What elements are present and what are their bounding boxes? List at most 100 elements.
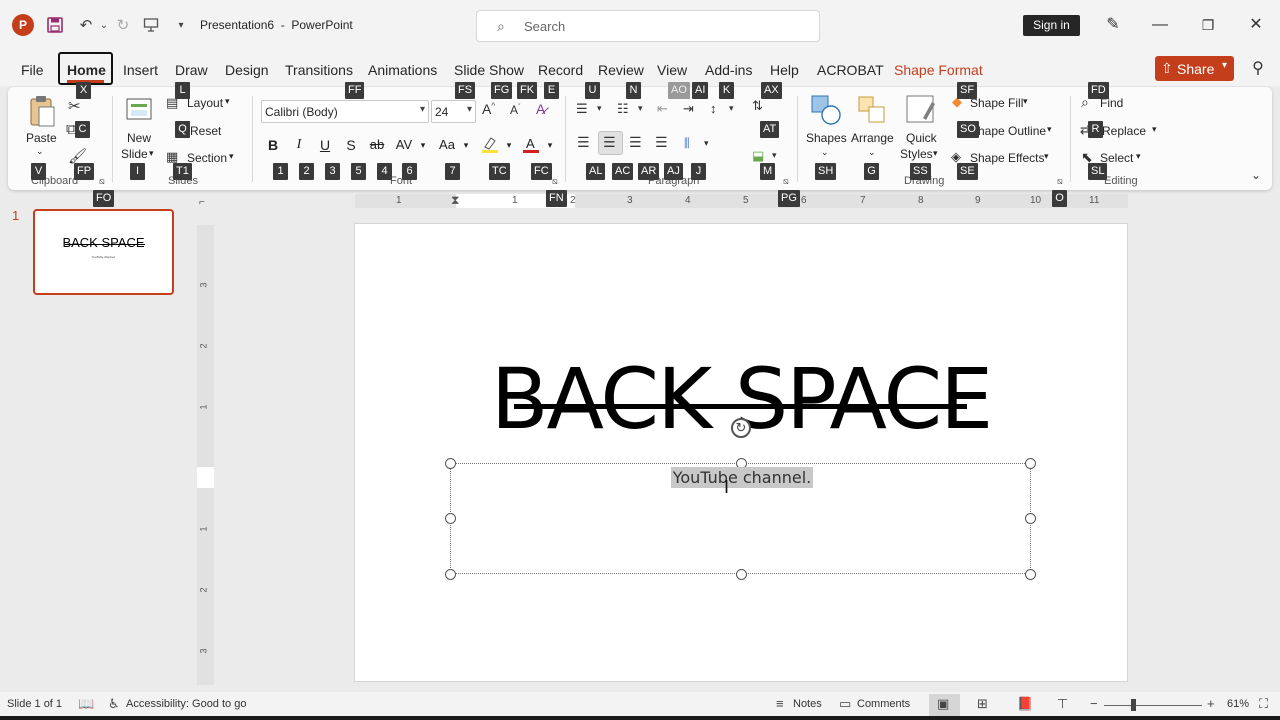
- tab-transitions[interactable]: Transitions: [285, 62, 353, 78]
- chevron-down-icon[interactable]: ▾: [772, 150, 777, 161]
- fit-to-window-icon[interactable]: ⛶: [1259, 696, 1268, 712]
- section-dropdown-icon[interactable]: ▾: [229, 151, 234, 162]
- paste-dropdown-icon[interactable]: ⌄: [36, 146, 44, 157]
- underline-button[interactable]: U: [315, 135, 335, 155]
- tab-draw[interactable]: Draw: [175, 62, 208, 78]
- tab-insert[interactable]: Insert: [123, 62, 158, 78]
- slide-thumbnail[interactable]: BACK SPACE YouTube channel.: [33, 209, 174, 295]
- new-slide-label-2[interactable]: Slide: [121, 147, 148, 161]
- chevron-down-icon[interactable]: ▾: [1152, 124, 1157, 135]
- tab-add-ins[interactable]: Add-ins: [705, 62, 752, 78]
- reset-button[interactable]: Reset: [190, 124, 221, 138]
- chevron-down-icon[interactable]: ▾: [704, 138, 709, 149]
- resize-handle[interactable]: [736, 569, 747, 580]
- layout-dropdown-icon[interactable]: ▾: [225, 96, 230, 107]
- align-center-icon[interactable]: ☰: [603, 134, 616, 151]
- font-name-dropdown[interactable]: Calibri (Body) ▾: [261, 100, 429, 123]
- zoom-in-icon[interactable]: +: [1207, 696, 1215, 711]
- shapes-icon[interactable]: [810, 94, 842, 128]
- chevron-down-icon[interactable]: ▾: [933, 148, 938, 159]
- vertical-ruler[interactable]: [197, 225, 214, 685]
- chevron-down-icon[interactable]: ⌄: [821, 147, 829, 158]
- shrink-font-icon[interactable]: Aˇ: [510, 103, 520, 117]
- arrange-icon[interactable]: [856, 94, 888, 128]
- zoom-level[interactable]: 61%: [1227, 698, 1249, 710]
- slide-show-view-icon[interactable]: ⊤: [1057, 696, 1068, 712]
- resize-handle[interactable]: [1025, 513, 1036, 524]
- tab-home[interactable]: Home: [67, 62, 106, 78]
- tab-slide-show[interactable]: Slide Show: [454, 62, 524, 78]
- increase-indent-icon[interactable]: ⇥: [683, 101, 694, 117]
- indent-marker-icon[interactable]: ⧗: [451, 193, 459, 208]
- notes-button[interactable]: Notes: [793, 698, 822, 710]
- tab-help[interactable]: Help: [770, 62, 799, 78]
- strikethrough-button[interactable]: ab: [367, 135, 387, 155]
- chevron-down-icon[interactable]: ▾: [1047, 124, 1052, 135]
- paste-icon[interactable]: [28, 94, 56, 130]
- accessibility-status[interactable]: Accessibility: Good to go: [126, 698, 246, 710]
- tab-animations[interactable]: Animations: [368, 62, 437, 78]
- character-spacing-button[interactable]: AV: [394, 135, 414, 155]
- chevron-down-icon[interactable]: ▾: [1023, 96, 1028, 107]
- customize-toolbar-icon[interactable]: ▾: [170, 14, 192, 36]
- layout-button[interactable]: Layout: [187, 96, 223, 110]
- present-icon[interactable]: [140, 14, 162, 36]
- chevron-down-icon[interactable]: ▾: [729, 103, 734, 114]
- zoom-out-icon[interactable]: −: [1090, 696, 1098, 711]
- redo-icon[interactable]: ↻: [112, 14, 134, 36]
- reading-view-icon[interactable]: 📕: [1017, 696, 1033, 712]
- slide-sorter-icon[interactable]: ⊞: [977, 696, 988, 712]
- change-case-button[interactable]: Aa: [437, 135, 457, 155]
- tab-design[interactable]: Design: [225, 62, 269, 78]
- sign-in-button[interactable]: Sign in: [1023, 15, 1080, 36]
- shape-fill-button[interactable]: Shape Fill: [970, 96, 1023, 110]
- shapes-button[interactable]: Shapes: [806, 131, 847, 145]
- numbering-icon[interactable]: ☷: [617, 101, 629, 117]
- share-button[interactable]: ⇧ Share ▾: [1155, 56, 1234, 81]
- comments-button[interactable]: Comments: [857, 698, 910, 710]
- italic-button[interactable]: I: [289, 135, 309, 155]
- chevron-down-icon[interactable]: ▾: [420, 104, 425, 115]
- quick-styles-label-2[interactable]: Styles: [900, 147, 933, 161]
- smartart-icon[interactable]: ⬓: [752, 148, 764, 164]
- clipboard-launcher-icon[interactable]: ⧅: [99, 176, 105, 187]
- section-button[interactable]: Section: [187, 151, 227, 165]
- notes-icon[interactable]: ≡: [776, 696, 784, 711]
- resize-handle[interactable]: [445, 458, 456, 469]
- save-icon[interactable]: [44, 14, 66, 36]
- columns-icon[interactable]: ⫼: [684, 136, 690, 151]
- resize-handle[interactable]: [1025, 569, 1036, 580]
- chevron-down-icon[interactable]: ▾: [413, 135, 433, 155]
- font-color-icon[interactable]: A: [521, 135, 541, 155]
- cut-icon[interactable]: ✂: [68, 97, 81, 115]
- close-icon[interactable]: ✕: [1241, 12, 1271, 38]
- normal-view-icon[interactable]: ▣: [937, 696, 949, 712]
- resize-handle[interactable]: [445, 569, 456, 580]
- comments-icon[interactable]: ▭: [839, 696, 851, 712]
- quick-styles-label-1[interactable]: Quick: [906, 131, 937, 145]
- rotate-handle-icon[interactable]: ↻: [731, 418, 751, 438]
- clear-formatting-icon[interactable]: A̷: [536, 101, 545, 117]
- chevron-down-icon[interactable]: ▾: [1136, 151, 1141, 162]
- highlight-icon[interactable]: [480, 135, 500, 155]
- arrange-button[interactable]: Arrange: [851, 131, 894, 145]
- tab-shape-format[interactable]: Shape Format: [894, 62, 983, 78]
- search-input[interactable]: ⌕ Search: [476, 10, 820, 42]
- ruler-tab-selector-icon[interactable]: ⌐: [199, 197, 211, 209]
- chevron-down-icon[interactable]: ▾: [597, 103, 602, 114]
- shape-outline-button[interactable]: Shape Outline: [970, 124, 1046, 138]
- slide-canvas[interactable]: [354, 223, 1128, 682]
- collapse-ribbon-icon[interactable]: ⌄: [1251, 168, 1261, 182]
- align-left-icon[interactable]: ☰: [577, 134, 590, 151]
- decrease-indent-icon[interactable]: ⇤: [657, 101, 668, 117]
- replace-button[interactable]: Replace: [1102, 124, 1146, 138]
- justify-icon[interactable]: ☰: [655, 134, 668, 151]
- bold-button[interactable]: B: [263, 135, 283, 155]
- zoom-slider-thumb[interactable]: [1131, 699, 1136, 711]
- grow-font-icon[interactable]: A^: [482, 101, 495, 117]
- bullets-icon[interactable]: ☰: [576, 101, 588, 117]
- text-direction-icon[interactable]: ⇅: [752, 98, 763, 114]
- tab-review[interactable]: Review: [598, 62, 644, 78]
- pen-icon[interactable]: ✎: [1098, 12, 1128, 38]
- paste-button[interactable]: Paste: [26, 131, 57, 145]
